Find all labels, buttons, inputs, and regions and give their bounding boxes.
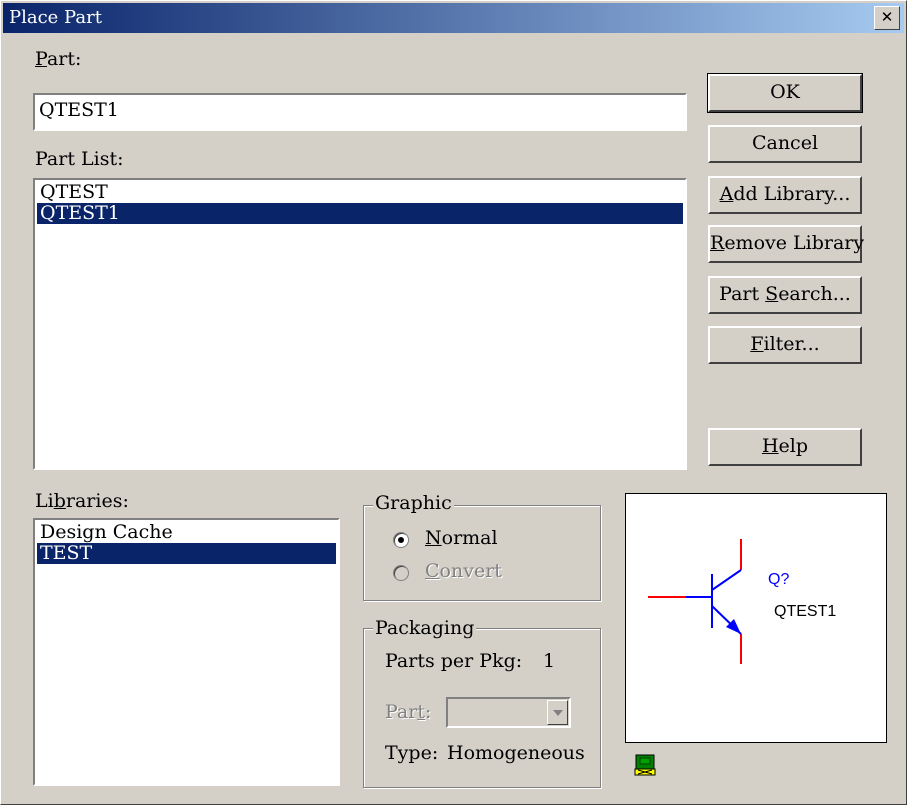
part-list-item[interactable]: QTEST: [37, 182, 683, 203]
part-list-label: Part List:: [35, 148, 124, 170]
convert-label: onvert: [439, 560, 502, 582]
window-title: Place Part: [9, 7, 102, 28]
close-icon: ✕: [880, 8, 894, 26]
libraries-label-mnemonic: b: [53, 490, 66, 512]
place-part-dialog: Place Part ✕ Part: QTEST1 Part List: QTE…: [0, 0, 907, 805]
filter-mnemonic: F: [750, 333, 764, 355]
filter-label: ilter...: [763, 333, 820, 355]
libraries-label-prefix: Li: [35, 490, 54, 512]
part-list-item-selected[interactable]: QTEST1: [37, 203, 683, 224]
normal-mnemonic: N: [425, 527, 442, 549]
library-item-selected[interactable]: TEST: [37, 543, 336, 564]
part-input[interactable]: QTEST1: [33, 93, 687, 131]
part-search-label-pre: Part: [719, 283, 766, 305]
normal-radio-label[interactable]: Normal: [425, 528, 498, 548]
type-label: Type:: [385, 742, 439, 764]
graphic-legend: Graphic: [373, 492, 454, 514]
parts-per-pkg-value: 1: [543, 650, 556, 672]
help-button[interactable]: Help: [708, 428, 862, 466]
package-part-select[interactable]: [446, 697, 571, 728]
type-value: Homogeneous: [447, 742, 585, 764]
cancel-button-label: Cancel: [751, 132, 819, 154]
ok-button-label: OK: [770, 81, 800, 103]
part-label: Part:: [35, 49, 81, 69]
remove-library-button[interactable]: Remove Library: [708, 225, 865, 263]
filter-button[interactable]: Filter...: [708, 326, 862, 364]
preview-ref: Q?: [768, 571, 789, 588]
graphic-group: [363, 505, 601, 601]
remove-library-label: emove Library: [724, 232, 865, 254]
part-search-label-rest: earch...: [778, 283, 851, 305]
packaging-legend: Packaging: [373, 617, 477, 639]
package-part-label: Part:: [385, 702, 431, 722]
part-label-mnemonic: P: [35, 48, 47, 70]
add-library-label: dd Library...: [733, 183, 851, 205]
convert-mnemonic: C: [425, 560, 440, 582]
library-item[interactable]: Design Cache: [37, 522, 336, 543]
remove-library-mnemonic: R: [710, 232, 725, 254]
libraries-label: Libraries:: [35, 491, 129, 511]
part-search-button[interactable]: Part Search...: [708, 276, 862, 314]
preview-name: QTEST1: [774, 603, 836, 620]
chevron-down-icon[interactable]: [547, 700, 568, 725]
package-part-label-post: :: [424, 701, 432, 723]
package-part-label-mnemonic: t: [417, 701, 425, 723]
cancel-button[interactable]: Cancel: [708, 125, 862, 163]
title-bar: Place Part ✕: [3, 3, 904, 33]
libraries-list[interactable]: Design Cache TEST: [33, 518, 340, 786]
close-button[interactable]: ✕: [874, 6, 900, 30]
library-status-icon: [633, 753, 657, 777]
add-library-button[interactable]: Add Library...: [708, 176, 862, 214]
help-label: elp: [778, 435, 809, 457]
part-preview: Q? QTEST1: [625, 493, 887, 743]
parts-per-pkg-label: Parts per Pkg:: [385, 650, 523, 672]
add-library-mnemonic: A: [719, 183, 734, 205]
ok-button[interactable]: OK: [707, 73, 863, 113]
normal-label: ormal: [441, 527, 498, 549]
part-input-value: QTEST1: [39, 99, 119, 121]
part-search-mnemonic: S: [765, 283, 779, 305]
libraries-label-rest: raries:: [65, 490, 129, 512]
convert-radio-label[interactable]: Convert: [425, 561, 502, 581]
convert-radio[interactable]: [393, 565, 409, 581]
part-label-rest: art:: [46, 48, 82, 70]
normal-radio[interactable]: [393, 532, 409, 548]
help-mnemonic: H: [761, 435, 779, 457]
package-part-label-pre: Par: [385, 701, 418, 723]
transistor-symbol-icon: Q? QTEST1: [648, 539, 836, 664]
part-list[interactable]: QTEST QTEST1: [33, 178, 687, 470]
